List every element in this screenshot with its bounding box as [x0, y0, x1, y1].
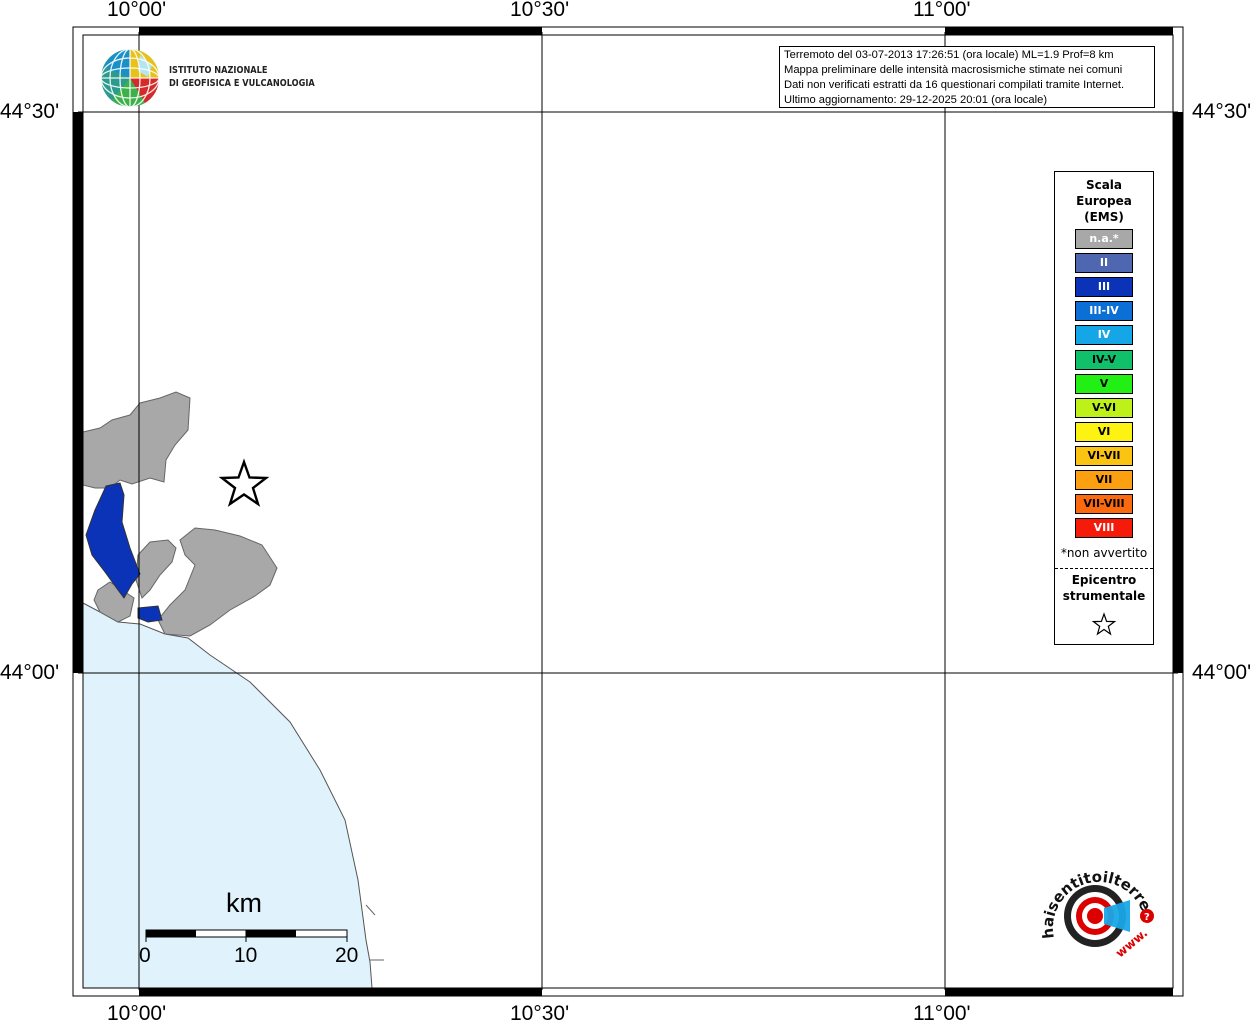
event-info-line3: Dati non verificati estratti da 16 quest…	[784, 79, 1125, 91]
event-info-line1: Terremoto del 03-07-2013 17:26:51 (ora l…	[784, 49, 1114, 61]
haisentito-logo: haisentitoilterremoto.it www. ?	[1028, 844, 1166, 978]
lat-label-right-44-30: 44°30'	[1192, 100, 1252, 123]
ems-legend: Scala Europea (EMS) n.a.* II III III-IV IV IV…	[1054, 171, 1154, 645]
lon-label-bottom-10-30: 10°30'	[510, 1002, 570, 1025]
legend-title-line3: (EMS)	[1084, 210, 1124, 224]
frame-bar-left	[73, 112, 83, 673]
legend-item: V	[1075, 373, 1133, 394]
legend-epicenter-line2: strumentale	[1062, 589, 1146, 603]
lon-label-top-10-30: 10°30'	[510, 0, 570, 21]
legend-separator	[1055, 568, 1153, 569]
legend-item: VI-VII	[1075, 445, 1133, 466]
legend-item: IV	[1075, 325, 1133, 346]
lat-label-right-44-00: 44°00'	[1192, 661, 1252, 684]
scale-bar-segment	[146, 930, 196, 937]
legend-epicenter-line1: Epicentro	[1071, 573, 1137, 587]
legend-title: Scala Europea (EMS)	[1055, 177, 1153, 225]
svg-text:?: ?	[1144, 912, 1150, 923]
lon-label-top-11-00: 11°00'	[913, 0, 971, 21]
scale-tick-label: 10	[234, 944, 258, 967]
legend-item: II	[1075, 253, 1133, 274]
legend-item: VI	[1075, 421, 1133, 442]
legend-item: n.a.*	[1075, 229, 1133, 249]
lat-label-left-44-30: 44°30'	[0, 100, 60, 123]
legend-epicenter-label: Epicentro strumentale	[1055, 572, 1153, 604]
frame-bar-bottom	[139, 988, 542, 996]
coast-detail	[365, 904, 384, 961]
ingv-globe-icon	[100, 48, 160, 108]
municipality-na-east	[157, 527, 278, 637]
event-info-line2: Mappa preliminare delle intensità macros…	[784, 64, 1123, 76]
frame-bar-top	[945, 27, 1173, 35]
legend-star-icon	[1092, 612, 1116, 636]
legend-title-line2: Europea	[1076, 194, 1132, 208]
institute-name-line2: DI GEOFISICA E VULCANOLOGIA	[169, 78, 315, 89]
event-info-box: Terremoto del 03-07-2013 17:26:51 (ora l…	[779, 46, 1155, 108]
legend-title-line1: Scala	[1085, 178, 1123, 192]
scale-bar-unit: km	[226, 888, 262, 918]
legend-item: III	[1075, 277, 1133, 298]
epicenter-star-icon	[218, 458, 270, 507]
legend-item: VII	[1075, 470, 1133, 490]
legend-item: IV-V	[1075, 349, 1133, 370]
lat-label-left-44-00: 44°00'	[0, 661, 60, 684]
lon-label-top-10-00: 10°00'	[107, 0, 167, 21]
frame-bar-bottom	[945, 988, 1173, 996]
lon-label-bottom-11-00: 11°00'	[913, 1002, 971, 1025]
institute-name-line1: ISTITUTO NAZIONALE	[169, 65, 268, 76]
event-info-line4: Ultimo aggiornamento: 29-12-2025 20:01 (…	[784, 94, 1048, 106]
municipality-na-central	[135, 539, 177, 599]
legend-note: *non avvertito	[1060, 546, 1148, 560]
lon-label-bottom-10-00: 10°00'	[107, 1002, 167, 1025]
legend-item: III-IV	[1075, 301, 1133, 322]
municipality-na-north	[82, 391, 191, 489]
institute-name: ISTITUTO NAZIONALE DI GEOFISICA E VULCAN…	[169, 64, 315, 90]
legend-item: V-VI	[1075, 397, 1133, 418]
scale-tick-label: 0	[139, 944, 151, 967]
scale-bar-segment	[246, 930, 296, 937]
scale-tick-label: 20	[335, 944, 359, 967]
frame-bar-top	[139, 27, 542, 35]
legend-item: VIII	[1075, 518, 1133, 539]
frame-bar-right	[1173, 112, 1183, 673]
legend-item: VII-VIII	[1075, 494, 1133, 515]
haisentito-logo-icon: haisentitoilterremoto.it www. ?	[1028, 844, 1155, 960]
